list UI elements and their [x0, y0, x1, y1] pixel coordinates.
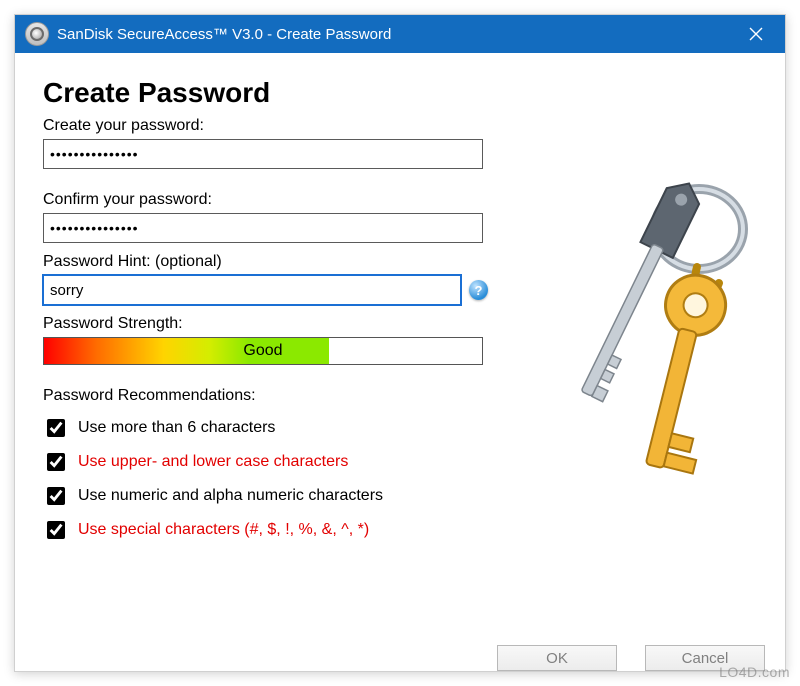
help-icon[interactable]: ?	[469, 280, 488, 300]
recommendations-label: Password Recommendations:	[43, 387, 488, 405]
window-title: SanDisk SecureAccess™ V3.0 - Create Pass…	[57, 26, 733, 43]
confirm-password-input[interactable]	[43, 213, 483, 243]
password-strength-label: Password Strength:	[43, 315, 488, 333]
recommendation-item: Use special characters (#, $, !, %, &, ^…	[43, 513, 488, 547]
recommendation-text: Use special characters (#, $, !, %, &, ^…	[78, 521, 369, 539]
recommendation-text: Use more than 6 characters	[78, 419, 275, 437]
form-column: Create your password: Confirm your passw…	[43, 117, 488, 547]
password-hint-input[interactable]	[43, 275, 461, 305]
recommendation-text: Use numeric and alpha numeric characters	[78, 487, 383, 505]
password-hint-label: Password Hint: (optional)	[43, 253, 488, 271]
create-password-input[interactable]	[43, 139, 483, 169]
titlebar: SanDisk SecureAccess™ V3.0 - Create Pass…	[15, 15, 785, 53]
recommendation-item: Use upper- and lower case characters	[43, 445, 488, 479]
create-password-label: Create your password:	[43, 117, 488, 135]
app-icon	[25, 22, 49, 46]
page-title: Create Password	[43, 77, 757, 109]
recommendation-item: Use numeric and alpha numeric characters	[43, 479, 488, 513]
recommendation-checkbox[interactable]	[47, 487, 65, 505]
recommendation-checkbox[interactable]	[47, 521, 65, 539]
recommendation-item: Use more than 6 characters	[43, 411, 488, 445]
recommendation-checkbox[interactable]	[47, 453, 65, 471]
ok-button[interactable]: OK	[497, 645, 617, 671]
dialog-window: SanDisk SecureAccess™ V3.0 - Create Pass…	[14, 14, 786, 672]
confirm-password-label: Confirm your password:	[43, 191, 488, 209]
recommendation-checkbox[interactable]	[47, 419, 65, 437]
password-strength-meter: Good	[43, 337, 483, 365]
strength-text: Good	[44, 338, 482, 364]
close-icon[interactable]	[733, 15, 779, 53]
recommendation-text: Use upper- and lower case characters	[78, 453, 348, 471]
dialog-content: Create Password Create your password: Co…	[15, 53, 785, 671]
keys-illustration	[511, 171, 771, 491]
watermark: LO4D.com	[719, 664, 790, 680]
